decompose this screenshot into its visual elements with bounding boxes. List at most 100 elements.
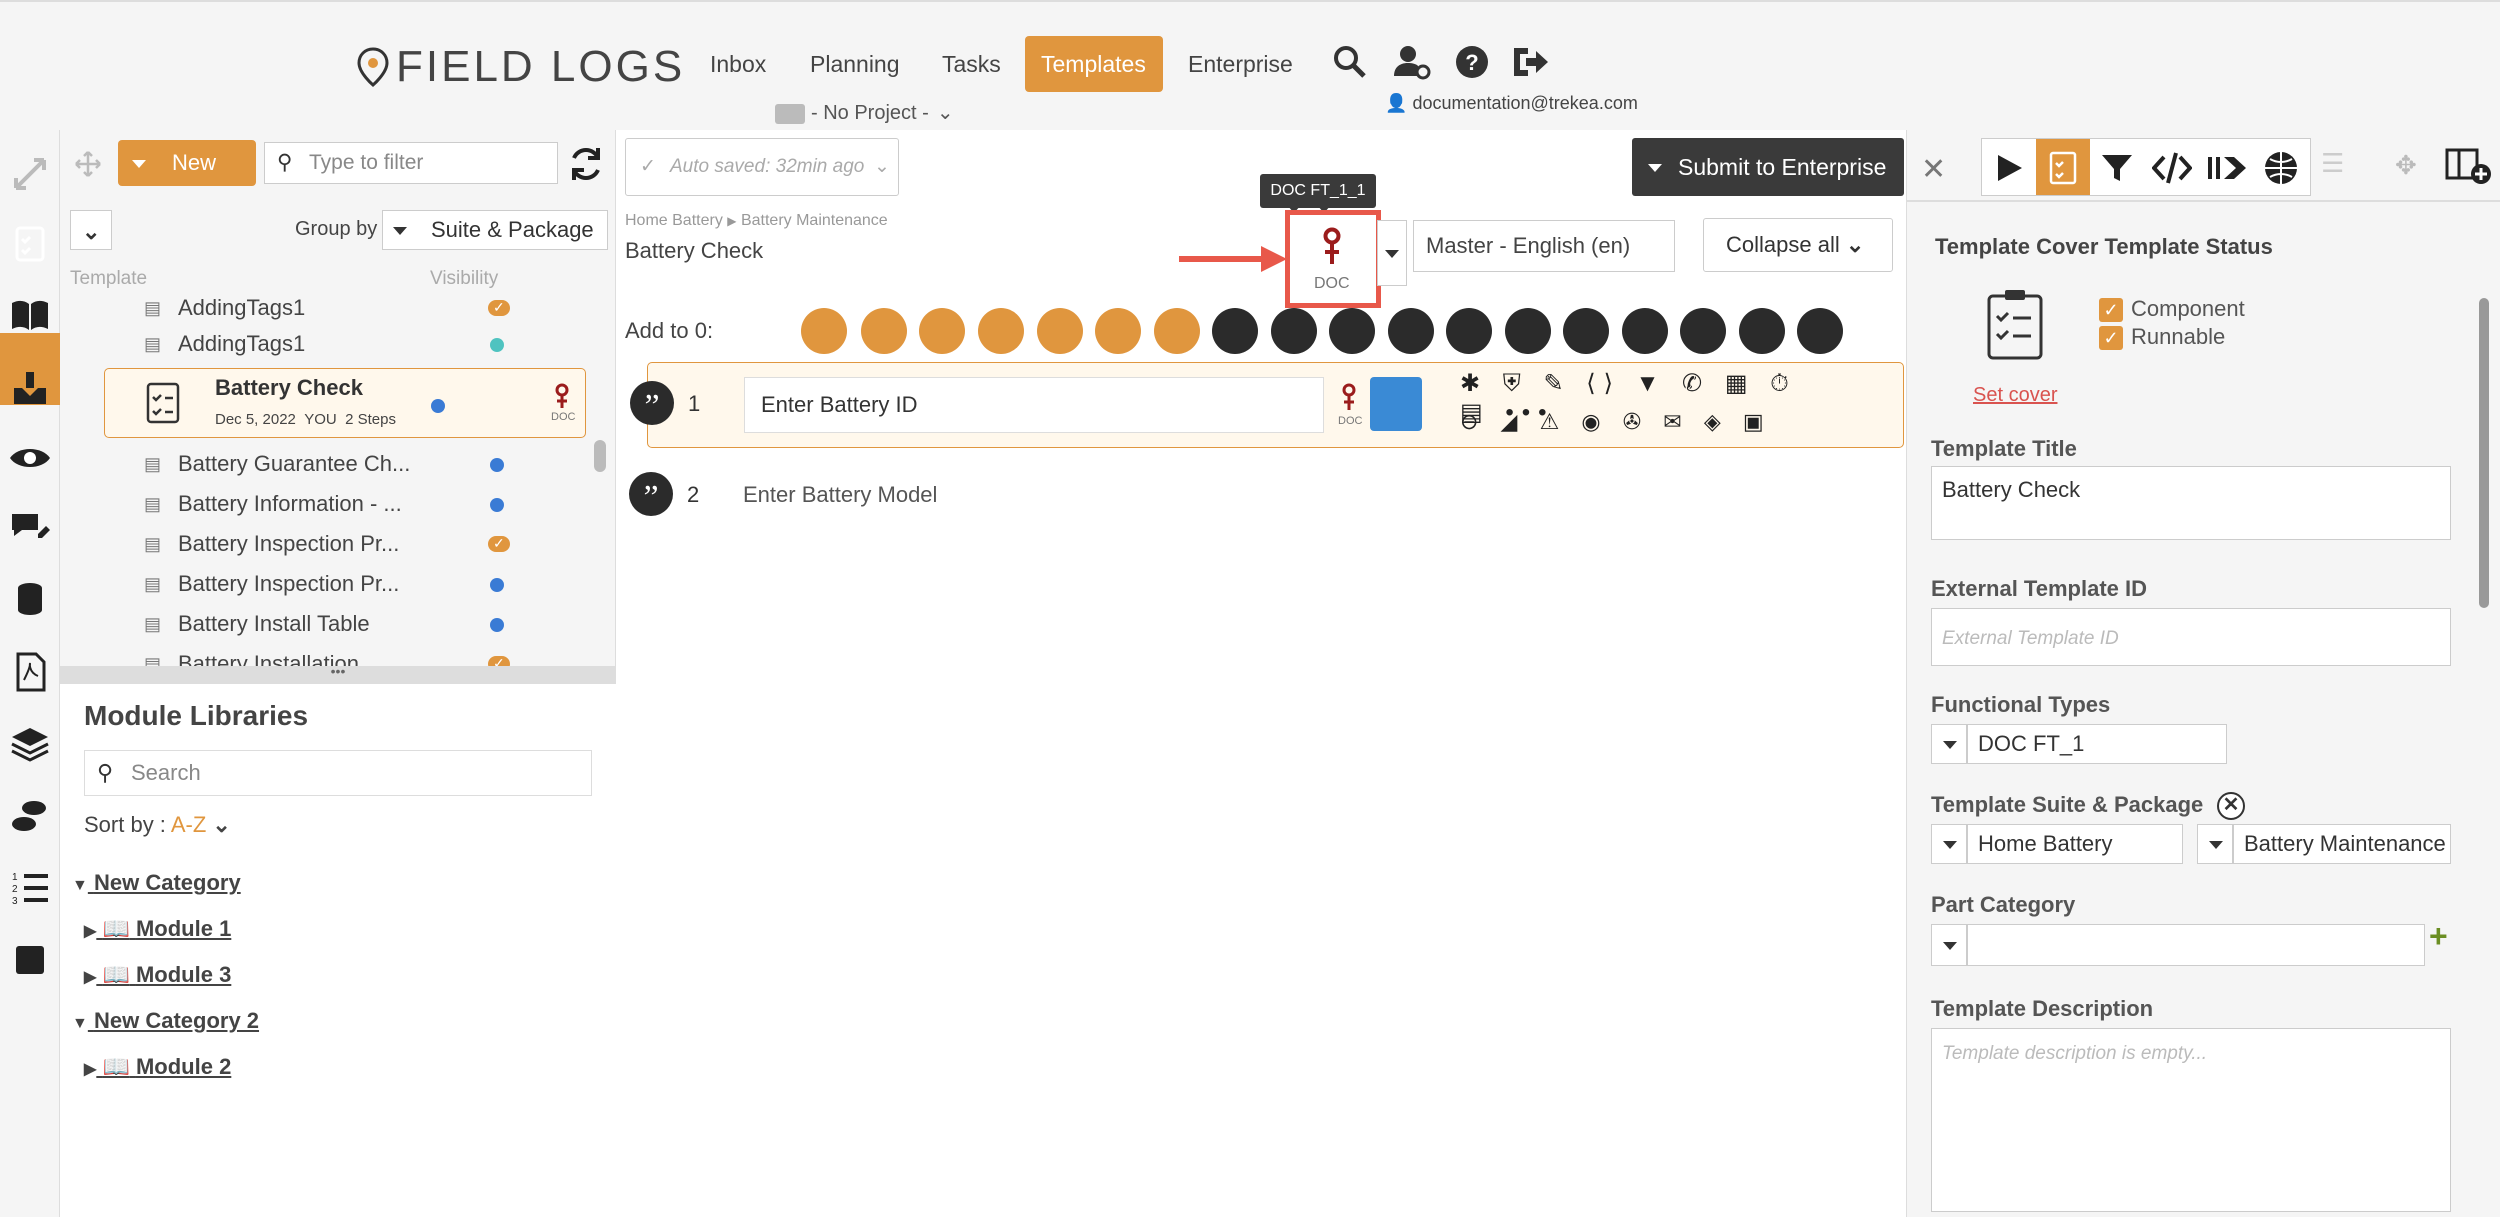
selected-template-card[interactable]: Battery Check Dec 5, 2022 YOU 2 Steps DO…	[104, 368, 586, 438]
panel-scrollbar[interactable]	[2479, 298, 2489, 608]
package-select[interactable]: Battery Maintenance	[2233, 824, 2451, 864]
external-id-input[interactable]: External Template ID	[1931, 608, 2451, 666]
module-1[interactable]: ▶ 📖 Module 1	[84, 916, 231, 942]
add-media-icon[interactable]	[1154, 308, 1200, 354]
group-by-select[interactable]: Suite & Package	[382, 210, 608, 250]
component-checkbox[interactable]: ✓ Component	[2099, 296, 2245, 323]
part-category-toggle[interactable]	[1931, 924, 1967, 966]
user-settings-icon[interactable]	[1392, 42, 1432, 82]
add-list-icon[interactable]	[861, 308, 907, 354]
expand-icon[interactable]	[8, 152, 52, 196]
add-checklist-icon[interactable]	[1095, 308, 1141, 354]
help-icon[interactable]: ?	[1452, 42, 1492, 82]
numbered-list-icon[interactable]: 123	[8, 866, 52, 910]
sort-by[interactable]: Sort by : A-Z ⌄	[84, 812, 231, 838]
refresh-icon[interactable]	[566, 144, 606, 184]
inbox-download-icon[interactable]	[8, 366, 52, 410]
move-icon[interactable]: ✥	[2395, 150, 2417, 181]
new-template-button[interactable]: New	[118, 140, 256, 186]
panel-resize-handle[interactable]: •••	[60, 664, 616, 682]
list-item[interactable]: ▤ Battery Inspection Pr...	[144, 525, 590, 562]
footsteps-icon[interactable]	[8, 794, 52, 838]
language-select[interactable]: Master - English (en)	[1413, 220, 1675, 272]
category-new-category-2[interactable]: ▼ New Category 2	[72, 1008, 259, 1034]
tab-template-cover[interactable]	[2036, 139, 2090, 195]
forward-steps-icon[interactable]	[2206, 151, 2248, 185]
add-decision-icon[interactable]	[1271, 308, 1317, 354]
pdf-icon[interactable]	[8, 650, 52, 694]
search-icon[interactable]	[1330, 42, 1370, 82]
module-2[interactable]: ▶ 📖 Module 2	[84, 1054, 231, 1080]
logout-icon[interactable]	[1510, 42, 1550, 82]
add-table-icon[interactable]	[919, 308, 965, 354]
suite-select[interactable]: Home Battery	[1967, 824, 2183, 864]
functional-types-toggle[interactable]	[1931, 724, 1967, 764]
autosave-status[interactable]: ✓ Auto saved: 32min ago ⌄	[625, 138, 899, 196]
category-new-category[interactable]: ▼ New Category	[72, 870, 241, 896]
add-share-icon[interactable]	[1739, 308, 1785, 354]
step-text[interactable]: Enter Battery Model	[743, 482, 937, 508]
nav-inbox[interactable]: Inbox	[694, 36, 782, 92]
add-timer-icon[interactable]	[1505, 308, 1551, 354]
add-quote-icon[interactable]	[1212, 308, 1258, 354]
add-next-icon[interactable]	[1797, 308, 1843, 354]
suite-toggle[interactable]	[1931, 824, 1967, 864]
add-measure-icon[interactable]	[1622, 308, 1668, 354]
module-3[interactable]: ▶ 📖 Module 3	[84, 962, 231, 988]
move-icon[interactable]	[74, 150, 102, 178]
breadcrumb-package[interactable]: Battery Maintenance	[741, 212, 888, 229]
collapse-all-button[interactable]: Collapse all ⌄	[1703, 218, 1893, 272]
step-options-toolbar-bottom[interactable]: ⊖ ◢ ⚠ ◉ ✇ ✉ ◈ ▣	[1460, 409, 1780, 443]
add-signature-icon[interactable]	[1680, 308, 1726, 354]
list-item[interactable]: ▤ Battery Guarantee Ch...	[144, 446, 590, 482]
functional-types-select[interactable]: DOC FT_1	[1967, 724, 2227, 764]
clear-suite-icon[interactable]: ✕	[2217, 792, 2245, 820]
square-icon[interactable]	[8, 938, 52, 982]
language-dropdown-toggle[interactable]	[1377, 220, 1407, 286]
breadcrumb-suite[interactable]: Home Battery	[625, 212, 723, 229]
module-search-input[interactable]: ⚲ Search	[84, 750, 592, 796]
add-circle-icon[interactable]	[978, 308, 1024, 354]
template-title-input[interactable]: Battery Check	[1931, 466, 2451, 540]
step-text-input[interactable]: Enter Battery ID	[744, 377, 1324, 433]
step-options-toolbar-top[interactable]: ✱ ⛨ ✎ ⟨⟩ ▼ ✆ ▦ ⏱ ▤ •••	[1460, 369, 1820, 426]
nav-tasks[interactable]: Tasks	[926, 36, 1017, 92]
list-item[interactable]: ▤ Battery Install Table	[144, 606, 590, 642]
add-checkbox-icon[interactable]	[1446, 308, 1492, 354]
play-icon[interactable]	[1992, 151, 2026, 185]
add-input-icon[interactable]	[1329, 308, 1375, 354]
list-item[interactable]: ▤ Battery Information - ...	[144, 486, 590, 522]
eye-icon[interactable]	[8, 436, 52, 480]
templates-rail-icon[interactable]	[8, 221, 52, 265]
description-textarea[interactable]: Template description is empty...	[1931, 1028, 2451, 1212]
doc-highlight-box[interactable]: DOC	[1285, 210, 1381, 308]
nav-enterprise[interactable]: Enterprise	[1172, 36, 1309, 92]
list-item[interactable]: ▤ Battery Inspection Pr...	[144, 566, 590, 602]
database-icon[interactable]	[8, 578, 52, 622]
package-toggle[interactable]	[2197, 824, 2233, 864]
add-panel-icon[interactable]	[2445, 146, 2493, 186]
add-loop-icon[interactable]	[801, 308, 847, 354]
comments-edit-icon[interactable]	[8, 508, 52, 552]
submit-to-enterprise-button[interactable]: Submit to Enterprise	[1632, 138, 1904, 196]
filter-icon[interactable]	[2100, 151, 2134, 185]
book-icon[interactable]	[8, 293, 52, 337]
template-filter-input[interactable]: ⚲ Type to filter	[264, 142, 558, 184]
database-link-icon[interactable]	[1370, 377, 1422, 431]
collapse-list-toggle[interactable]: ⌄	[70, 210, 112, 250]
part-category-select[interactable]	[1967, 924, 2425, 966]
step-row-2[interactable]: ” 2 Enter Battery Model	[629, 460, 1904, 530]
list-item[interactable]: ▤ AddingTags1	[144, 326, 590, 362]
nav-templates[interactable]: Templates	[1025, 36, 1163, 92]
list-item[interactable]: ▤ AddingTags1	[144, 296, 590, 326]
set-cover-link[interactable]: Set cover	[1973, 384, 2057, 407]
layers-icon[interactable]	[8, 722, 52, 766]
runnable-checkbox[interactable]: ✓ Runnable	[2099, 324, 2225, 351]
code-icon[interactable]	[2152, 151, 2192, 185]
globe-icon[interactable]	[2262, 149, 2300, 187]
step-row-1[interactable]: ” 1 Enter Battery ID DOC ✱ ⛨ ✎ ⟨⟩ ▼ ✆ ▦ …	[630, 362, 1904, 448]
list-scrollbar[interactable]	[594, 440, 606, 472]
add-part-category-icon[interactable]: +	[2429, 918, 2448, 955]
close-icon[interactable]: ✕	[1921, 152, 1946, 187]
add-attachment-icon[interactable]	[1037, 308, 1083, 354]
